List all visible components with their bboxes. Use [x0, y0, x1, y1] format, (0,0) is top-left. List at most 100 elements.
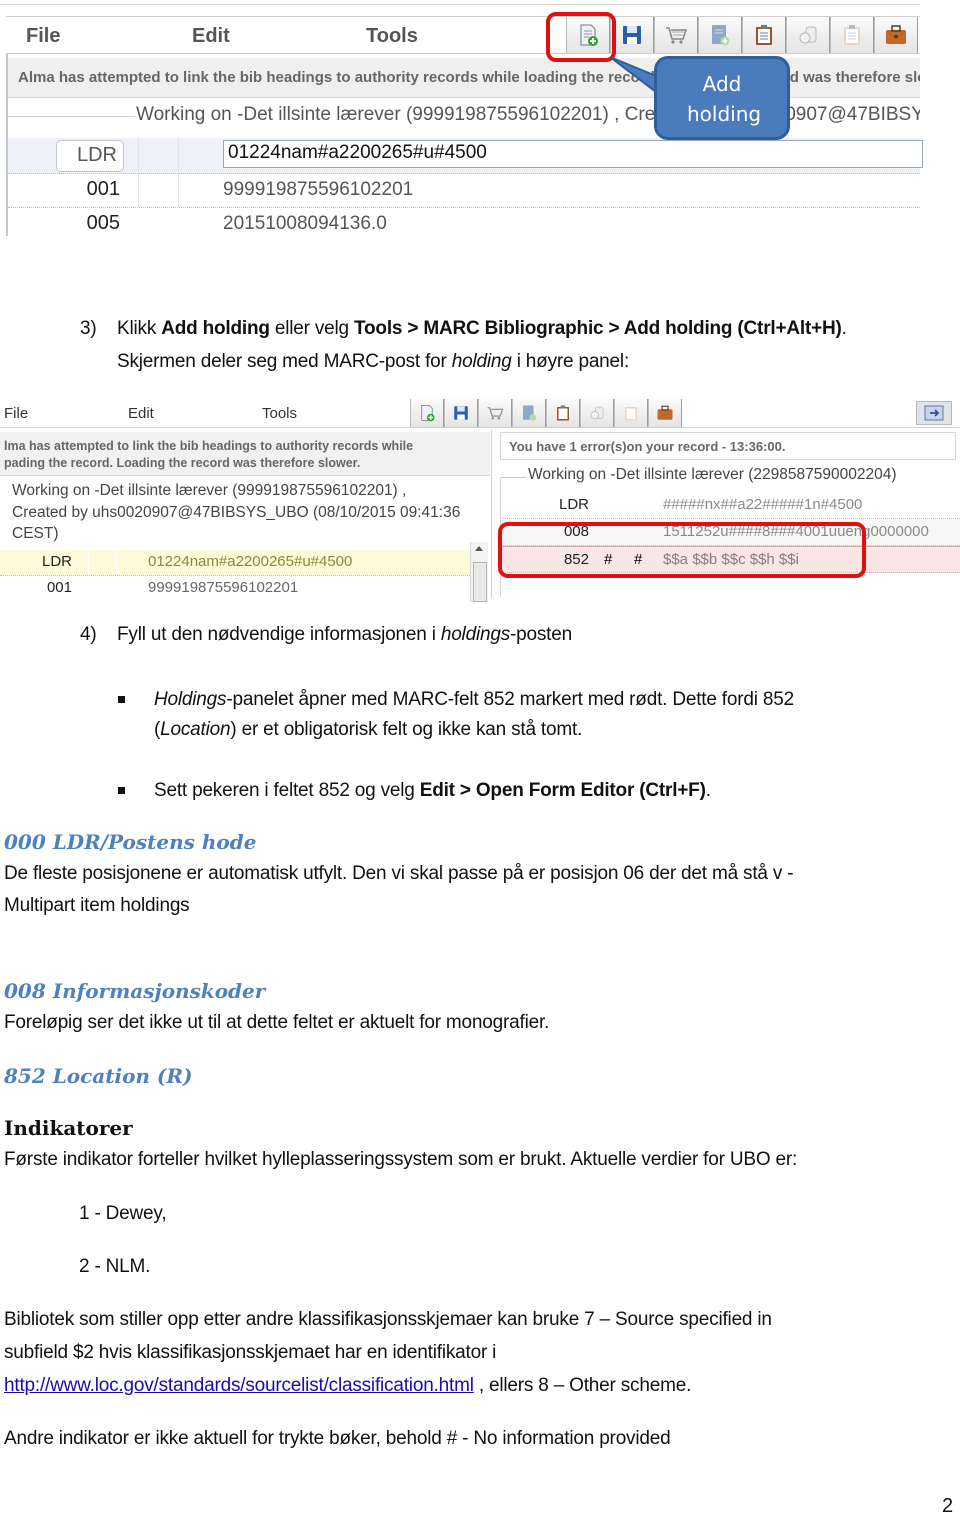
field-value: 999919875596102201 — [223, 179, 414, 200]
bib-record-panel: lma has attempted to link the bib headin… — [0, 430, 492, 602]
working-on-text: Working on -Det illsinte lærever (229858… — [528, 466, 897, 483]
add-record-icon — [523, 405, 537, 421]
marc-row-ldr[interactable]: LDR 01224nam#a2200265#u#4500 — [0, 550, 470, 576]
cart-button[interactable] — [478, 399, 512, 427]
clipboard-button[interactable] — [546, 399, 580, 427]
field-value: 20151008094136.0 — [223, 213, 387, 234]
split-view-button[interactable] — [916, 401, 952, 425]
add-record-button[interactable] — [512, 399, 546, 427]
clipboard-light-button[interactable] — [614, 399, 648, 427]
menu-edit[interactable]: Edit — [128, 405, 154, 422]
bullet-text: Sett pekeren i feltet 852 og velg Edit >… — [154, 780, 711, 802]
text: i høyre panel: — [511, 351, 630, 372]
working-on-line: Working on -Det illsinte lærever (999919… — [12, 482, 407, 499]
add-holding-icon — [421, 405, 435, 422]
briefcase-icon — [657, 405, 673, 420]
menu-file[interactable]: File — [26, 25, 60, 48]
briefcase-button[interactable] — [648, 399, 682, 427]
clipboard-icon — [756, 25, 772, 45]
paragraph: Multipart item holdings — [4, 895, 190, 916]
marc-row-ldr[interactable]: LDR #####nx##a22#####1n#4500 — [501, 492, 960, 519]
menu-tools[interactable]: Tools — [366, 25, 418, 48]
working-on-line: Created by uhs0020907@47BIBSYS_UBO (08/1… — [12, 503, 461, 521]
field-tag: LDR — [558, 496, 589, 513]
status-message: lma has attempted to link the bib headin… — [0, 432, 490, 476]
step3-instruction: Klikk Add holding eller velg Tools > MAR… — [117, 318, 847, 340]
clipboard-icon — [557, 405, 569, 421]
toolbar — [410, 399, 682, 427]
paragraph: Andre indikator er ikke aktuell for tryk… — [4, 1428, 671, 1449]
duplicate-button[interactable] — [580, 399, 614, 427]
duplicate-button[interactable] — [786, 17, 830, 53]
paragraph: Foreløpig ser det ikke ut til at dette f… — [4, 1012, 550, 1033]
screenshot-alma-split-editor: File Edit Tools lma has attempted to lin… — [0, 398, 960, 602]
menu-file[interactable]: File — [4, 405, 28, 422]
text: -posten — [510, 624, 572, 645]
field-tag: 001 — [46, 579, 72, 596]
divider — [88, 550, 89, 575]
scrollbar[interactable] — [470, 542, 488, 602]
classification-link[interactable]: http://www.loc.gov/standards/sourcelist/… — [4, 1375, 474, 1396]
section-heading-ldr: 000 LDR/Postens hode — [4, 830, 257, 854]
scroll-up-icon[interactable] — [475, 546, 483, 551]
bullet-icon — [118, 696, 125, 703]
section-heading-008: 008 Informasjonskoder — [4, 979, 266, 1003]
ldr-value-input[interactable]: 01224nam#a2200265#u#4500 — [223, 140, 923, 168]
marc-row-001[interactable]: 001 999919875596102201 — [0, 576, 470, 602]
split-view-icon — [924, 405, 944, 421]
add-record-icon — [712, 25, 730, 46]
text: -panelet åpner med MARC-felt 852 markert… — [226, 689, 794, 710]
menu-tools[interactable]: Tools — [262, 405, 297, 422]
paragraph: De fleste posisjonene er automatisk utfy… — [4, 863, 794, 884]
text: eller velg — [269, 318, 355, 339]
field-tag: 005 — [86, 212, 120, 234]
divider — [8, 116, 135, 117]
save-icon — [623, 26, 641, 44]
status-message-line: pading the record. Loading the record wa… — [4, 456, 361, 470]
field-value: #####nx##a22#####1n#4500 — [663, 496, 863, 513]
save-icon — [454, 406, 468, 420]
bullet-text: Holdings-panelet åpner med MARC-felt 852… — [154, 689, 794, 711]
paragraph: Første indikator forteller hvilket hylle… — [4, 1149, 798, 1170]
menu-edit[interactable]: Edit — [192, 25, 230, 48]
save-button[interactable] — [444, 399, 478, 427]
clipboard-light-button[interactable] — [830, 17, 874, 53]
ldr-tag-button[interactable]: LDR — [56, 140, 124, 172]
cart-button[interactable] — [654, 17, 698, 53]
marc-row-ldr[interactable]: LDR 01224nam#a2200265#u#4500 — [8, 138, 923, 174]
divider — [138, 138, 139, 173]
highlight-box — [498, 522, 866, 578]
text: , ellers 8 – Other scheme. — [473, 1375, 692, 1396]
working-on-text: Working on -Det illsinte lærever (999919… — [136, 104, 920, 125]
add-holding-button[interactable] — [410, 399, 444, 427]
step4-instruction: Fyll ut den nødvendige informasjonen i h… — [117, 624, 572, 646]
briefcase-icon — [886, 25, 906, 44]
text: Skjermen deler seg med MARC-post for — [117, 351, 452, 372]
add-holding-callout: Add holding — [654, 56, 790, 140]
briefcase-button[interactable] — [874, 17, 918, 53]
status-message-line: lma has attempted to link the bib headin… — [4, 439, 414, 453]
text: . — [705, 780, 711, 801]
text-bold: Add holding — [161, 318, 270, 339]
working-on-line: CEST) — [12, 525, 59, 542]
field-tag: LDR — [41, 553, 72, 570]
clipboard-button[interactable] — [742, 17, 786, 53]
divider — [138, 174, 139, 207]
paragraph: subfield $2 hvis klassifikasjonsskjemaet… — [4, 1342, 497, 1363]
scroll-thumb[interactable] — [473, 562, 487, 602]
step4-number: 4) — [80, 624, 97, 645]
marc-row-001[interactable]: 001 999919875596102201 — [8, 174, 920, 208]
marc-row-005[interactable]: 005 20151008094136.0 — [8, 208, 920, 242]
add-record-button[interactable] — [698, 17, 742, 53]
field-value: 01224nam#a2200265#u#4500 — [148, 553, 353, 570]
text: Fyll ut den nødvendige informasjonen i — [117, 624, 441, 645]
toolbar — [566, 17, 918, 53]
cart-icon — [666, 27, 688, 44]
working-on-label: Working on -Det illsinte lærever (999919… — [12, 480, 460, 545]
text: Klikk — [117, 318, 162, 339]
save-button[interactable] — [610, 17, 654, 53]
divider — [178, 138, 179, 173]
text-emphasis: Holdings — [154, 689, 227, 710]
subheading-indikatorer: Indikatorer — [4, 1116, 133, 1140]
value-item: 2 - NLM. — [79, 1256, 151, 1277]
